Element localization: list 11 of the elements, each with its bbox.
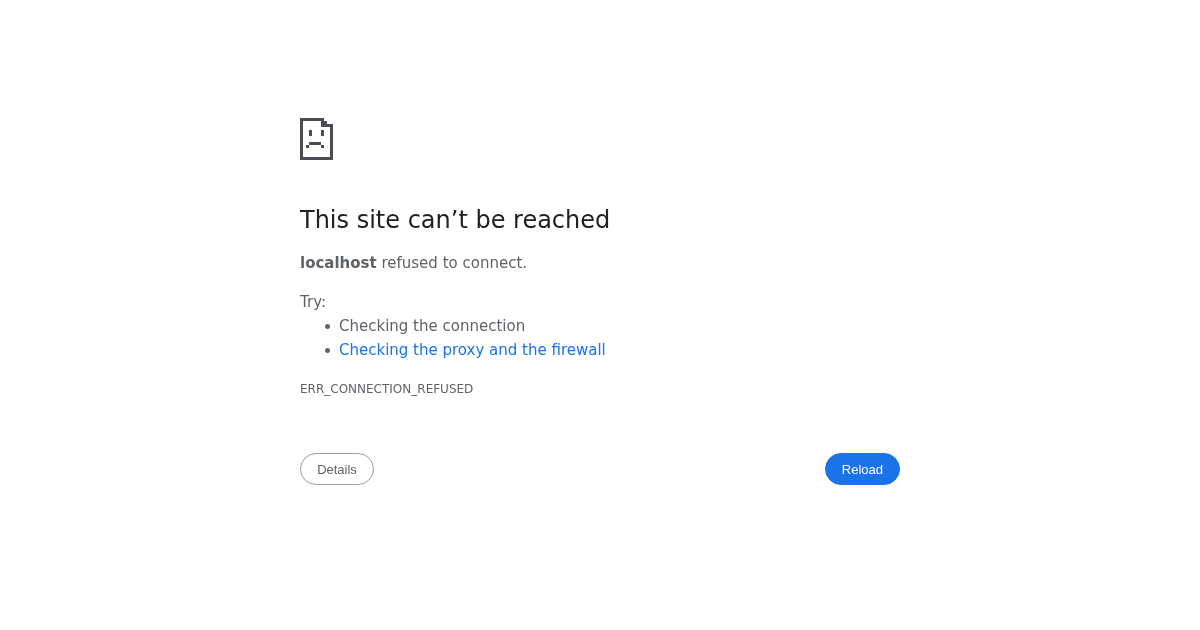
- bullet-icon: [325, 347, 330, 353]
- details-button[interactable]: Details: [300, 453, 374, 485]
- suggestion-link[interactable]: Checking the proxy and the firewall: [339, 338, 606, 362]
- try-label: Try:: [300, 292, 327, 313]
- reload-button[interactable]: Reload: [824, 453, 900, 485]
- bullet-icon: [325, 323, 330, 329]
- sad-page-icon: [300, 118, 333, 160]
- error-heading: This site can’t be reached: [300, 205, 612, 235]
- error-summary: localhost refused to connect.: [300, 253, 529, 274]
- suggestion-text: Checking the connection: [339, 316, 526, 337]
- error-code: ERR_CONNECTION_REFUSED: [300, 381, 475, 397]
